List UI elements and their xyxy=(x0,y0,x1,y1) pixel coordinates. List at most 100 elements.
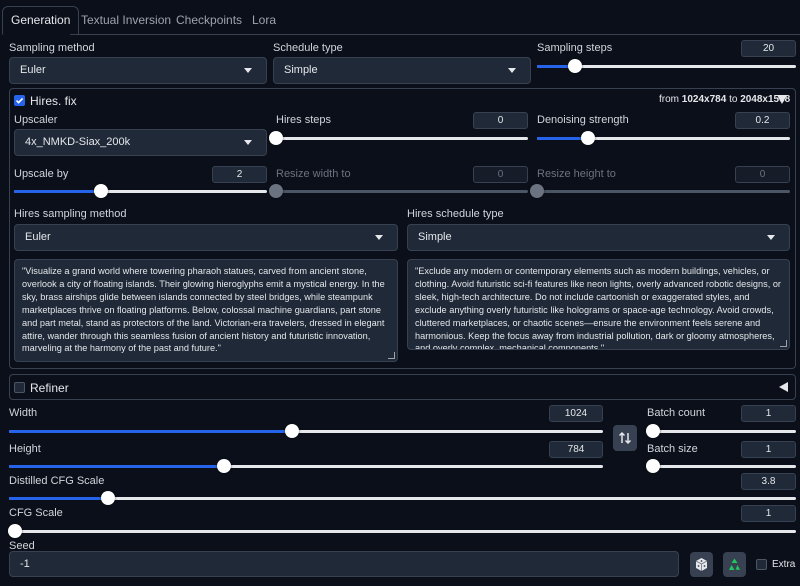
width-slider[interactable] xyxy=(9,424,603,438)
batch-size-input[interactable]: 1 xyxy=(741,441,796,458)
distilled-cfg-scale-slider[interactable] xyxy=(9,491,796,505)
slider-fill xyxy=(9,497,108,500)
tab-divider xyxy=(70,34,800,35)
resize-height-input: 0 xyxy=(735,166,790,183)
hires-steps-input[interactable]: 0 xyxy=(473,112,528,129)
swap-icon xyxy=(618,431,632,445)
chevron-down-icon xyxy=(375,235,383,240)
slider-fill xyxy=(9,465,224,468)
slider-fill xyxy=(9,430,292,433)
slider-thumb xyxy=(530,184,544,198)
refiner-label: Refiner xyxy=(30,381,69,395)
hires-steps-label: Hires steps xyxy=(276,114,332,126)
upscale-by-slider[interactable] xyxy=(14,184,267,198)
slider-thumb[interactable] xyxy=(101,491,115,505)
resize-width-slider xyxy=(269,184,528,198)
hires-sampling-method-label: Hires sampling method xyxy=(14,208,127,220)
slider-thumb[interactable] xyxy=(646,424,660,438)
tab-lora[interactable]: Lora xyxy=(252,7,276,33)
hires-fix-label: Hires. fix xyxy=(30,94,77,108)
slider-thumb[interactable] xyxy=(217,459,231,473)
resize-width-label: Resize width to xyxy=(276,168,351,180)
resize-width-input: 0 xyxy=(473,166,528,183)
chevron-down-icon xyxy=(244,140,252,145)
slider-thumb xyxy=(269,184,283,198)
upscale-by-input[interactable]: 2 xyxy=(212,166,267,183)
caret-left-icon[interactable] xyxy=(779,382,788,392)
hires-sampling-method-select[interactable]: Euler xyxy=(14,224,398,251)
resize-handle[interactable] xyxy=(780,340,787,347)
extra-label: Extra xyxy=(772,559,796,570)
slider-thumb[interactable] xyxy=(646,459,660,473)
slider-thumb[interactable] xyxy=(8,524,22,538)
swap-dimensions-button[interactable] xyxy=(613,425,637,451)
width-label: Width xyxy=(9,407,38,419)
batch-count-label: Batch count xyxy=(647,407,706,419)
cfg-scale-input[interactable]: 1 xyxy=(741,505,796,522)
hires-negative-prompt-textarea[interactable]: "Exclude any modern or contemporary elem… xyxy=(407,259,790,350)
to-prefix: to xyxy=(729,94,738,105)
chevron-down-icon xyxy=(244,68,252,73)
recycle-icon xyxy=(729,558,740,570)
tab-textual-inversion[interactable]: Textual Inversion xyxy=(81,7,171,33)
cfg-scale-slider[interactable] xyxy=(8,524,796,538)
height-slider[interactable] xyxy=(9,459,603,473)
denoising-strength-input[interactable]: 0.2 xyxy=(735,112,790,129)
from-size: 1024x784 xyxy=(681,94,727,105)
batch-count-slider[interactable] xyxy=(646,424,796,438)
upscaler-select[interactable]: 4x_NMKD-Siax_200k xyxy=(14,129,267,156)
schedule-type-label: Schedule type xyxy=(273,42,343,54)
chevron-down-icon xyxy=(508,68,516,73)
hires-schedule-type-value: Simple xyxy=(418,231,452,243)
reuse-seed-button[interactable] xyxy=(723,552,746,577)
resize-handle[interactable] xyxy=(388,352,395,359)
batch-count-input[interactable]: 1 xyxy=(741,405,796,422)
slider-thumb[interactable] xyxy=(269,131,283,145)
seed-input[interactable]: -1 xyxy=(9,551,679,577)
refiner-checkbox[interactable] xyxy=(14,382,25,393)
height-input[interactable]: 784 xyxy=(549,441,603,458)
slider-thumb[interactable] xyxy=(568,59,582,73)
hires-fix-checkbox[interactable] xyxy=(14,95,25,106)
sampling-steps-label: Sampling steps xyxy=(537,42,613,54)
upscale-by-label: Upscale by xyxy=(14,168,69,180)
seed-value: -1 xyxy=(20,558,30,570)
dice-icon xyxy=(695,558,708,571)
denoising-strength-slider[interactable] xyxy=(537,131,790,145)
slider-thumb[interactable] xyxy=(285,424,299,438)
sampling-steps-input[interactable]: 20 xyxy=(741,40,796,57)
chevron-down-icon xyxy=(767,235,775,240)
check-icon xyxy=(15,97,24,104)
tab-generation[interactable]: Generation xyxy=(2,6,80,35)
hires-size-info: from 1024x784 to 2048x1568 xyxy=(659,94,790,105)
hires-steps-slider[interactable] xyxy=(269,131,528,145)
random-seed-button[interactable] xyxy=(690,552,713,577)
height-label: Height xyxy=(9,443,41,455)
sampling-steps-slider[interactable] xyxy=(537,59,796,73)
extra-checkbox[interactable] xyxy=(756,559,767,570)
hires-sampling-method-value: Euler xyxy=(25,231,51,243)
schedule-type-value: Simple xyxy=(284,64,318,76)
hires-schedule-type-label: Hires schedule type xyxy=(407,208,504,220)
upscaler-value: 4x_NMKD-Siax_200k xyxy=(25,136,131,148)
tab-checkpoints[interactable]: Checkpoints xyxy=(176,7,242,33)
batch-size-slider[interactable] xyxy=(646,459,796,473)
resize-height-slider xyxy=(530,184,790,198)
hires-prompt-text: "Visualize a grand world where towering … xyxy=(22,266,385,354)
sampling-method-select[interactable]: Euler xyxy=(9,57,267,84)
hires-negative-prompt-text: "Exclude any modern or contemporary elem… xyxy=(415,266,781,350)
hires-schedule-type-select[interactable]: Simple xyxy=(407,224,790,251)
from-prefix: from xyxy=(659,94,679,105)
upscaler-label: Upscaler xyxy=(14,114,58,126)
caret-down-icon[interactable] xyxy=(777,95,787,104)
slider-fill xyxy=(14,190,101,193)
schedule-type-select[interactable]: Simple xyxy=(273,57,531,84)
slider-thumb[interactable] xyxy=(94,184,108,198)
slider-thumb[interactable] xyxy=(581,131,595,145)
sampling-method-value: Euler xyxy=(20,64,46,76)
distilled-cfg-scale-input[interactable]: 3.8 xyxy=(741,473,796,490)
hires-prompt-textarea[interactable]: "Visualize a grand world where towering … xyxy=(14,259,398,362)
distilled-cfg-scale-label: Distilled CFG Scale xyxy=(9,475,105,487)
width-input[interactable]: 1024 xyxy=(549,405,603,422)
refiner-panel xyxy=(9,374,796,400)
